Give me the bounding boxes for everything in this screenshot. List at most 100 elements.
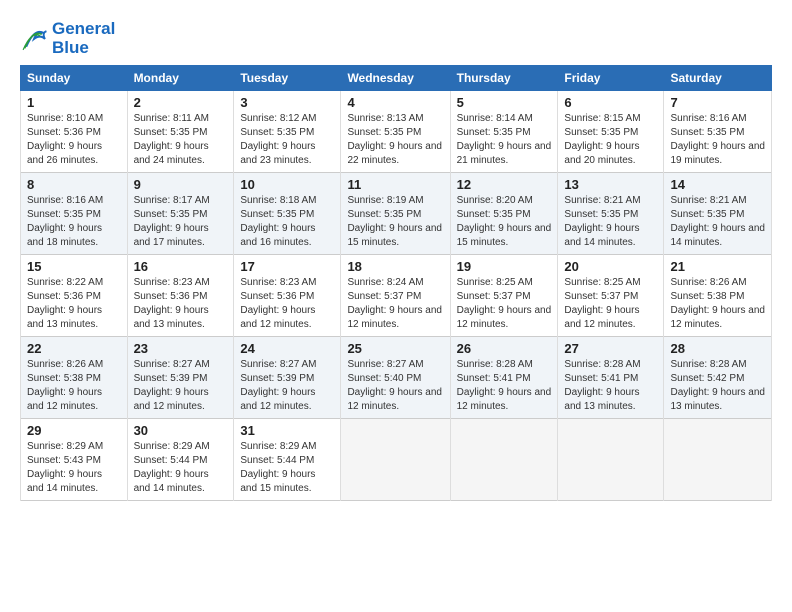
calendar-cell: 17 Sunrise: 8:23 AM Sunset: 5:36 PM Dayl…: [234, 255, 341, 337]
day-detail: Sunrise: 8:15 AM Sunset: 5:35 PM Dayligh…: [564, 112, 657, 168]
day-detail: Sunrise: 8:28 AM Sunset: 5:41 PM Dayligh…: [564, 358, 657, 414]
calendar-table: SundayMondayTuesdayWednesdayThursdayFrid…: [20, 65, 772, 501]
day-number: 18: [347, 259, 443, 274]
day-number: 29: [27, 423, 121, 438]
weekday-header-sunday: Sunday: [21, 66, 128, 91]
day-detail: Sunrise: 8:14 AM Sunset: 5:35 PM Dayligh…: [457, 112, 552, 168]
calendar-cell: 25 Sunrise: 8:27 AM Sunset: 5:40 PM Dayl…: [341, 337, 450, 419]
calendar-cell: 20 Sunrise: 8:25 AM Sunset: 5:37 PM Dayl…: [558, 255, 664, 337]
calendar-cell: 15 Sunrise: 8:22 AM Sunset: 5:36 PM Dayl…: [21, 255, 128, 337]
day-number: 8: [27, 177, 121, 192]
calendar-cell: 11 Sunrise: 8:19 AM Sunset: 5:35 PM Dayl…: [341, 173, 450, 255]
calendar-cell: 9 Sunrise: 8:17 AM Sunset: 5:35 PM Dayli…: [127, 173, 234, 255]
day-number: 5: [457, 95, 552, 110]
calendar-cell: [450, 419, 558, 501]
day-number: 2: [134, 95, 228, 110]
day-detail: Sunrise: 8:22 AM Sunset: 5:36 PM Dayligh…: [27, 276, 121, 332]
weekday-header-row: SundayMondayTuesdayWednesdayThursdayFrid…: [21, 66, 772, 91]
day-number: 30: [134, 423, 228, 438]
calendar-cell: 23 Sunrise: 8:27 AM Sunset: 5:39 PM Dayl…: [127, 337, 234, 419]
main-container: General Blue SundayMondayTuesdayWednesda…: [0, 0, 792, 511]
calendar-cell: 1 Sunrise: 8:10 AM Sunset: 5:36 PM Dayli…: [21, 91, 128, 173]
calendar-cell: 13 Sunrise: 8:21 AM Sunset: 5:35 PM Dayl…: [558, 173, 664, 255]
day-detail: Sunrise: 8:17 AM Sunset: 5:35 PM Dayligh…: [134, 194, 228, 250]
day-number: 22: [27, 341, 121, 356]
weekday-header-wednesday: Wednesday: [341, 66, 450, 91]
calendar-cell: 14 Sunrise: 8:21 AM Sunset: 5:35 PM Dayl…: [664, 173, 772, 255]
calendar-cell: 26 Sunrise: 8:28 AM Sunset: 5:41 PM Dayl…: [450, 337, 558, 419]
day-number: 15: [27, 259, 121, 274]
week-row-5: 29 Sunrise: 8:29 AM Sunset: 5:43 PM Dayl…: [21, 419, 772, 501]
day-number: 11: [347, 177, 443, 192]
calendar-cell: 3 Sunrise: 8:12 AM Sunset: 5:35 PM Dayli…: [234, 91, 341, 173]
day-number: 12: [457, 177, 552, 192]
day-number: 17: [240, 259, 334, 274]
weekday-header-monday: Monday: [127, 66, 234, 91]
day-number: 14: [670, 177, 765, 192]
calendar-cell: 10 Sunrise: 8:18 AM Sunset: 5:35 PM Dayl…: [234, 173, 341, 255]
day-number: 10: [240, 177, 334, 192]
day-detail: Sunrise: 8:16 AM Sunset: 5:35 PM Dayligh…: [670, 112, 765, 168]
logo-text: General Blue: [52, 20, 115, 57]
weekday-header-friday: Friday: [558, 66, 664, 91]
calendar-cell: 18 Sunrise: 8:24 AM Sunset: 5:37 PM Dayl…: [341, 255, 450, 337]
header: General Blue: [20, 16, 772, 57]
weekday-header-thursday: Thursday: [450, 66, 558, 91]
day-detail: Sunrise: 8:13 AM Sunset: 5:35 PM Dayligh…: [347, 112, 443, 168]
weekday-header-tuesday: Tuesday: [234, 66, 341, 91]
day-detail: Sunrise: 8:23 AM Sunset: 5:36 PM Dayligh…: [134, 276, 228, 332]
day-detail: Sunrise: 8:25 AM Sunset: 5:37 PM Dayligh…: [457, 276, 552, 332]
day-number: 25: [347, 341, 443, 356]
day-detail: Sunrise: 8:10 AM Sunset: 5:36 PM Dayligh…: [27, 112, 121, 168]
calendar-cell: 27 Sunrise: 8:28 AM Sunset: 5:41 PM Dayl…: [558, 337, 664, 419]
day-detail: Sunrise: 8:28 AM Sunset: 5:42 PM Dayligh…: [670, 358, 765, 414]
day-number: 20: [564, 259, 657, 274]
day-detail: Sunrise: 8:27 AM Sunset: 5:39 PM Dayligh…: [240, 358, 334, 414]
day-number: 31: [240, 423, 334, 438]
day-detail: Sunrise: 8:26 AM Sunset: 5:38 PM Dayligh…: [670, 276, 765, 332]
calendar-cell: 28 Sunrise: 8:28 AM Sunset: 5:42 PM Dayl…: [664, 337, 772, 419]
day-number: 1: [27, 95, 121, 110]
calendar-cell: 29 Sunrise: 8:29 AM Sunset: 5:43 PM Dayl…: [21, 419, 128, 501]
day-detail: Sunrise: 8:29 AM Sunset: 5:44 PM Dayligh…: [240, 440, 334, 496]
day-detail: Sunrise: 8:27 AM Sunset: 5:40 PM Dayligh…: [347, 358, 443, 414]
day-detail: Sunrise: 8:16 AM Sunset: 5:35 PM Dayligh…: [27, 194, 121, 250]
day-detail: Sunrise: 8:28 AM Sunset: 5:41 PM Dayligh…: [457, 358, 552, 414]
calendar-cell: 16 Sunrise: 8:23 AM Sunset: 5:36 PM Dayl…: [127, 255, 234, 337]
day-number: 13: [564, 177, 657, 192]
calendar-cell: 19 Sunrise: 8:25 AM Sunset: 5:37 PM Dayl…: [450, 255, 558, 337]
day-detail: Sunrise: 8:18 AM Sunset: 5:35 PM Dayligh…: [240, 194, 334, 250]
day-number: 3: [240, 95, 334, 110]
day-detail: Sunrise: 8:19 AM Sunset: 5:35 PM Dayligh…: [347, 194, 443, 250]
calendar-cell: 24 Sunrise: 8:27 AM Sunset: 5:39 PM Dayl…: [234, 337, 341, 419]
day-detail: Sunrise: 8:27 AM Sunset: 5:39 PM Dayligh…: [134, 358, 228, 414]
logo: General Blue: [20, 20, 115, 57]
week-row-1: 1 Sunrise: 8:10 AM Sunset: 5:36 PM Dayli…: [21, 91, 772, 173]
calendar-cell: 4 Sunrise: 8:13 AM Sunset: 5:35 PM Dayli…: [341, 91, 450, 173]
calendar-cell: [664, 419, 772, 501]
day-detail: Sunrise: 8:21 AM Sunset: 5:35 PM Dayligh…: [564, 194, 657, 250]
day-detail: Sunrise: 8:20 AM Sunset: 5:35 PM Dayligh…: [457, 194, 552, 250]
calendar-cell: [558, 419, 664, 501]
day-detail: Sunrise: 8:12 AM Sunset: 5:35 PM Dayligh…: [240, 112, 334, 168]
day-number: 28: [670, 341, 765, 356]
weekday-header-saturday: Saturday: [664, 66, 772, 91]
day-detail: Sunrise: 8:23 AM Sunset: 5:36 PM Dayligh…: [240, 276, 334, 332]
day-detail: Sunrise: 8:11 AM Sunset: 5:35 PM Dayligh…: [134, 112, 228, 168]
day-detail: Sunrise: 8:29 AM Sunset: 5:44 PM Dayligh…: [134, 440, 228, 496]
calendar-cell: 30 Sunrise: 8:29 AM Sunset: 5:44 PM Dayl…: [127, 419, 234, 501]
day-number: 26: [457, 341, 552, 356]
calendar-cell: 7 Sunrise: 8:16 AM Sunset: 5:35 PM Dayli…: [664, 91, 772, 173]
day-number: 24: [240, 341, 334, 356]
day-number: 6: [564, 95, 657, 110]
day-number: 19: [457, 259, 552, 274]
calendar-cell: 12 Sunrise: 8:20 AM Sunset: 5:35 PM Dayl…: [450, 173, 558, 255]
calendar-cell: 21 Sunrise: 8:26 AM Sunset: 5:38 PM Dayl…: [664, 255, 772, 337]
calendar-cell: 31 Sunrise: 8:29 AM Sunset: 5:44 PM Dayl…: [234, 419, 341, 501]
logo-icon: [20, 25, 48, 53]
day-detail: Sunrise: 8:26 AM Sunset: 5:38 PM Dayligh…: [27, 358, 121, 414]
day-number: 16: [134, 259, 228, 274]
day-number: 27: [564, 341, 657, 356]
day-number: 4: [347, 95, 443, 110]
day-detail: Sunrise: 8:29 AM Sunset: 5:43 PM Dayligh…: [27, 440, 121, 496]
